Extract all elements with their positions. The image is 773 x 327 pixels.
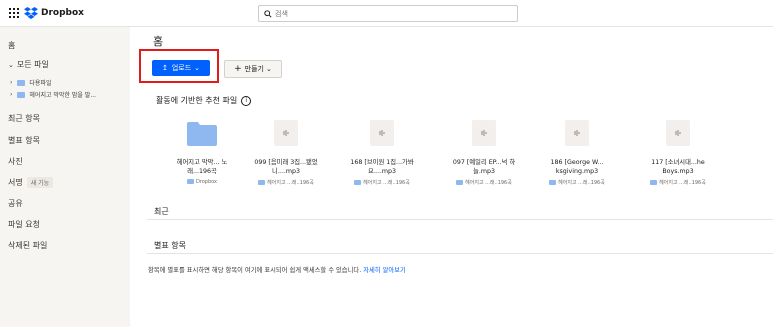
top-bar: Dropbox bbox=[0, 0, 773, 27]
new-feature-badge: 새 기능 bbox=[26, 177, 54, 188]
sidebar-item-signature[interactable]: 서명 새 기능 bbox=[8, 177, 54, 188]
app-name: Dropbox bbox=[41, 8, 84, 18]
card-name: 097 [예일리 EP...넉 하 늘.mp3 bbox=[452, 159, 516, 175]
sidebar-item-label: 별표 항목 bbox=[8, 136, 40, 145]
recent-section-title: 최근 bbox=[154, 207, 169, 216]
app-grid-icon[interactable] bbox=[9, 8, 19, 18]
chevron-down-icon: ⌄ bbox=[194, 64, 201, 72]
create-button-label: 만들기 bbox=[244, 65, 264, 73]
suggested-title-text: 활동에 기반한 추천 파일 bbox=[156, 96, 238, 105]
divider bbox=[147, 219, 773, 220]
search-icon bbox=[264, 9, 272, 18]
sidebar-item-home[interactable]: 홈 bbox=[8, 40, 15, 51]
sidebar-item-label: 홈 bbox=[8, 41, 16, 50]
card-name: 117 [소녀시대...he Boys.mp3 bbox=[651, 159, 705, 175]
sidebar-item-deleted-files[interactable]: 삭제된 파일 bbox=[8, 240, 47, 251]
tree-item-label: 헤어지고 막막한 맘을 말... bbox=[29, 92, 97, 99]
card-name: 186 [George W... ksgiving.mp3 bbox=[550, 159, 604, 175]
learn-more-link[interactable]: 자세히 알아보기 bbox=[363, 267, 406, 274]
sidebar-item-label: 최근 항목 bbox=[8, 114, 40, 123]
card-location: Dropbox bbox=[160, 179, 244, 185]
upload-button[interactable]: ↥ 업로드 ⌄ bbox=[152, 60, 210, 76]
dropbox-logo-icon bbox=[24, 7, 38, 19]
plus-icon: + bbox=[234, 64, 242, 74]
sidebar: 홈 ⌄ 모든 파일 › 다용파일 › 헤어지고 막막한 맘을 말... 최근 항목… bbox=[0, 27, 130, 327]
folder-icon bbox=[17, 91, 26, 98]
upload-icon: ↥ bbox=[161, 64, 168, 72]
search-box[interactable] bbox=[258, 5, 518, 22]
tree-item-label: 다용파일 bbox=[29, 80, 52, 87]
sidebar-item-label: 사진 bbox=[8, 157, 23, 166]
audio-file-icon bbox=[370, 120, 394, 146]
chevron-right-icon: › bbox=[10, 91, 13, 98]
sidebar-item-label: 공유 bbox=[8, 199, 23, 208]
tree-item[interactable]: › 다용파일 bbox=[10, 78, 52, 87]
card-location: 헤어지고 ...래..196곡 bbox=[340, 179, 424, 186]
info-icon[interactable]: i bbox=[241, 95, 252, 106]
audio-file-icon bbox=[472, 120, 496, 146]
card-name: 099 [음미래 3집...됐었 니....mp3 bbox=[254, 159, 318, 175]
card-location: 헤어지고 ...래..196곡 bbox=[442, 179, 526, 186]
sidebar-item-label: 모든 파일 bbox=[16, 60, 49, 69]
sidebar-item-recent[interactable]: 최근 항목 bbox=[8, 113, 40, 124]
sidebar-item-all-files[interactable]: ⌄ 모든 파일 bbox=[8, 59, 49, 70]
tree-item[interactable]: › 헤어지고 막막한 맘을 말... bbox=[10, 90, 96, 99]
search-input[interactable] bbox=[272, 7, 505, 20]
sidebar-item-shared[interactable]: 공유 bbox=[8, 198, 23, 209]
suggested-section-title: 활동에 기반한 추천 파일 i bbox=[156, 95, 252, 106]
chevron-down-icon: ⌄ bbox=[8, 61, 14, 69]
sidebar-item-photos[interactable]: 사진 bbox=[8, 156, 23, 167]
upload-button-label: 업로드 bbox=[171, 64, 192, 72]
chevron-down-icon: ⌄ bbox=[266, 65, 272, 73]
dropbox-logo[interactable]: Dropbox bbox=[24, 6, 84, 20]
sidebar-item-label: 서명 bbox=[8, 178, 23, 187]
page-title: 홈 bbox=[153, 35, 164, 48]
card-name: 168 [브이원 1집...가봐 요....mp3 bbox=[350, 159, 414, 175]
folder-icon bbox=[17, 79, 26, 86]
card-location: 헤어지고 ...래..196곡 bbox=[244, 179, 328, 186]
audio-file-icon bbox=[274, 120, 298, 146]
card-location: 헤어지고 ...래..196곡 bbox=[636, 179, 720, 186]
card-location: 헤어지고 ...래..196곡 bbox=[535, 179, 619, 186]
starred-empty-message: 항목에 별표를 표시하면 해당 항목이 여기에 표시되어 쉽게 액세스할 수 있… bbox=[148, 267, 406, 274]
chevron-right-icon: › bbox=[10, 79, 13, 86]
divider bbox=[147, 253, 773, 254]
sidebar-item-starred[interactable]: 별표 항목 bbox=[8, 135, 40, 146]
create-button[interactable]: + 만들기 ⌄ bbox=[224, 60, 282, 78]
sidebar-item-file-requests[interactable]: 파일 요청 bbox=[8, 219, 40, 230]
sidebar-item-label: 삭제된 파일 bbox=[8, 241, 48, 250]
starred-section-title: 별표 항목 bbox=[154, 241, 186, 250]
audio-file-icon bbox=[666, 120, 690, 146]
sidebar-item-label: 파일 요청 bbox=[8, 220, 40, 229]
audio-file-icon bbox=[565, 120, 589, 146]
card-name: 헤어지고 막막... 노 래...196곡 bbox=[176, 159, 228, 175]
folder-icon bbox=[187, 122, 217, 146]
